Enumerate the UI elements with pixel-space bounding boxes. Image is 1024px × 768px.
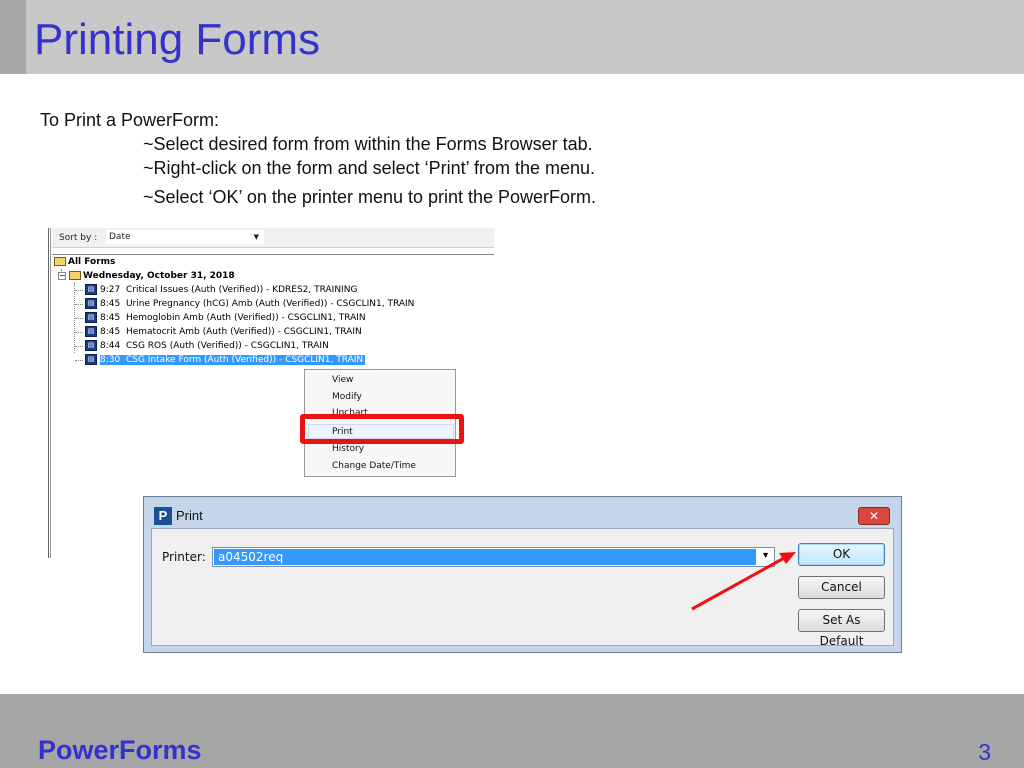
form-time: 8:44 [100, 341, 121, 351]
form-row[interactable]: ▤ 8:45 Hemoglobin Amb (Auth (Verified)) -… [85, 312, 366, 325]
printer-label: Printer: [162, 550, 206, 564]
sort-select[interactable]: Date ▼ [106, 230, 264, 244]
printer-select[interactable]: a04502req ▼ [212, 547, 775, 567]
tree-root[interactable]: All Forms [54, 256, 115, 269]
instruction-step-1: ~Select desired form from within the For… [143, 134, 593, 154]
print-highlight-box [300, 414, 464, 444]
powerchart-app-icon: P [154, 507, 172, 525]
form-time: 9:27 [100, 285, 121, 295]
form-document-icon: ▤ [85, 340, 97, 351]
menu-item-view[interactable]: View [332, 375, 353, 385]
form-time: 8:45 [100, 313, 121, 323]
dialog-body: Printer: a04502req ▼ OK Cancel Set As De… [151, 528, 894, 648]
menu-item-modify[interactable]: Modify [332, 392, 362, 402]
tree-line [75, 290, 83, 291]
dialog-title: Print [176, 508, 203, 523]
form-text: CSG Intake Form (Auth (Verified)) - CSGC… [125, 355, 364, 365]
title-accent [0, 0, 26, 74]
close-button[interactable]: ✕ [858, 507, 890, 525]
folder-open-icon [69, 271, 81, 280]
ok-button[interactable]: OK [798, 543, 885, 566]
instruction-step-2: ~Right-click on the form and select ‘Pri… [143, 158, 596, 178]
tree-line [75, 332, 83, 333]
print-dialog: P Print ✕ Printer: a04502req ▼ OK Cancel… [143, 496, 902, 653]
instruction-step-3: ~Select ‘OK’ on the printer menu to prin… [143, 187, 597, 207]
folder-open-icon [54, 257, 66, 266]
close-icon: ✕ [868, 509, 880, 523]
menu-item-change-date-time[interactable]: Change Date/Time [332, 461, 416, 471]
instructions-heading: To Print a PowerForm: [40, 110, 220, 130]
form-row[interactable]: ▤ 9:27 Critical Issues (Auth (Verified)) … [85, 284, 357, 297]
sort-value: Date [109, 232, 131, 242]
tree-line [75, 360, 83, 361]
tree-line [75, 346, 83, 347]
form-row-selected[interactable]: ▤ 8:30 CSG Intake Form (Auth (Verified)) … [85, 354, 366, 367]
form-row[interactable]: ▤ 8:44 CSG ROS (Auth (Verified)) - CSGCLI… [85, 340, 329, 353]
footer-title: PowerForms [38, 735, 202, 765]
set-as-default-button[interactable]: Set As Default [798, 609, 885, 648]
form-document-icon: ▤ [85, 298, 97, 309]
page-number: 3 [978, 739, 991, 765]
slide: Printing Forms To Print a PowerForm: ~Se… [0, 0, 1024, 768]
tree-line [75, 318, 83, 319]
form-document-icon: ▤ [85, 312, 97, 323]
form-text: Urine Pregnancy (hCG) Amb (Auth (Verifie… [125, 299, 415, 309]
cancel-button[interactable]: Cancel [798, 576, 885, 599]
form-text: Critical Issues (Auth (Verified)) - KDRE… [125, 285, 358, 295]
printer-value: a04502req [214, 549, 756, 565]
form-time: 8:30 [100, 355, 121, 365]
form-document-icon: ▤ [85, 284, 97, 295]
sort-label: Sort by : [59, 233, 98, 243]
collapse-icon[interactable]: − [58, 271, 66, 280]
browser-left-edge [48, 228, 51, 558]
tree-date-group[interactable]: − Wednesday, October 31, 2018 [58, 270, 235, 283]
menu-item-history[interactable]: History [332, 444, 364, 454]
tree-divider [52, 254, 494, 256]
dropdown-arrow-icon[interactable]: ▼ [254, 231, 259, 244]
form-time: 8:45 [100, 327, 121, 337]
tree-line [75, 304, 83, 305]
form-time: 8:45 [100, 299, 121, 309]
form-text: Hemoglobin Amb (Auth (Verified)) - CSGCL… [125, 313, 366, 323]
form-text: CSG ROS (Auth (Verified)) - CSGCLIN1, TR… [125, 341, 329, 351]
sort-bar: Sort by : Date ▼ [52, 228, 494, 248]
form-row[interactable]: ▤ 8:45 Urine Pregnancy (hCG) Amb (Auth (V… [85, 298, 414, 311]
form-document-icon: ▤ [85, 354, 97, 365]
date-group-label: Wednesday, October 31, 2018 [83, 271, 235, 281]
form-text: Hematocrit Amb (Auth (Verified)) - CSGCL… [125, 327, 362, 337]
selected-form-label: 8:30 CSG Intake Form (Auth (Verified)) -… [100, 355, 366, 365]
tree-root-label: All Forms [68, 257, 116, 267]
dropdown-arrow-icon[interactable]: ▼ [761, 550, 770, 560]
form-row[interactable]: ▤ 8:45 Hematocrit Amb (Auth (Verified)) -… [85, 326, 362, 339]
slide-title: Printing Forms [34, 15, 321, 64]
form-document-icon: ▤ [85, 326, 97, 337]
